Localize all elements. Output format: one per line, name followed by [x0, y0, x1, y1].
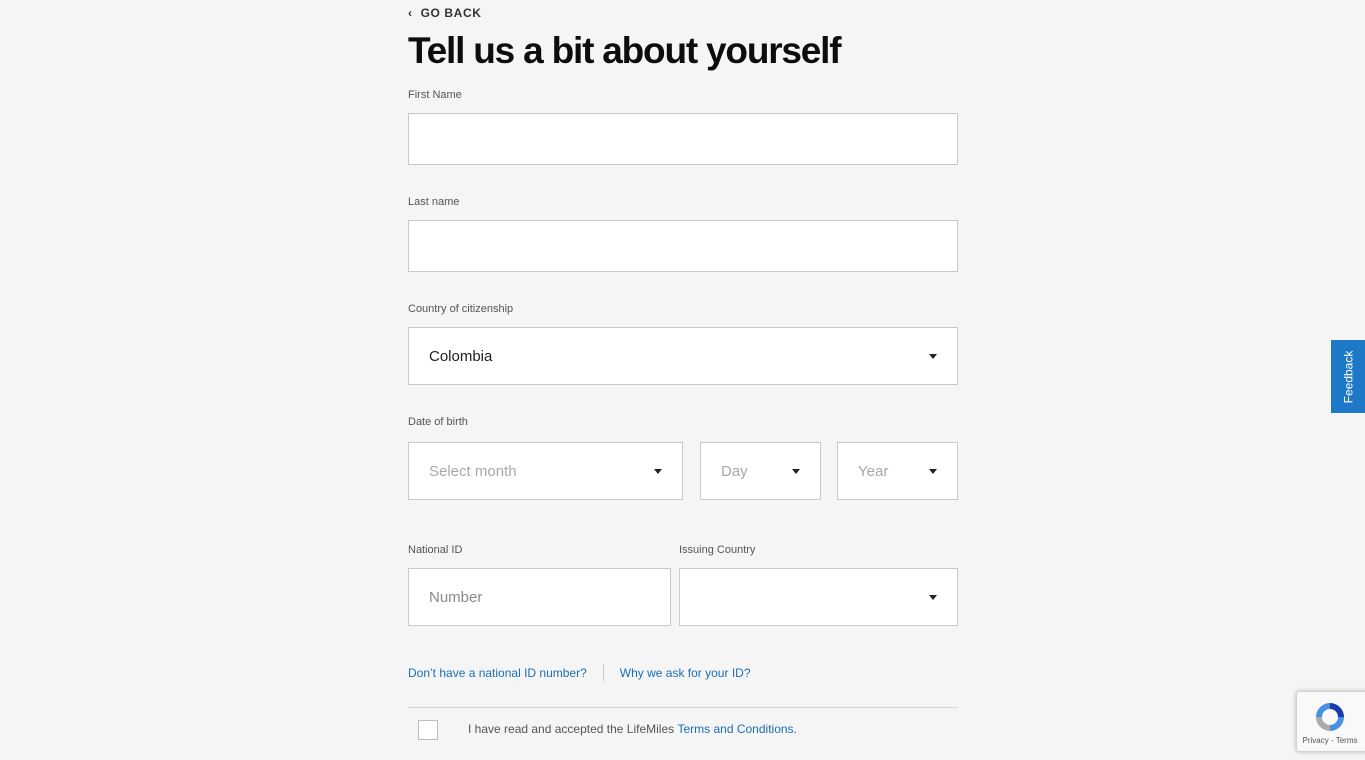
dob-year-select[interactable]: Year	[837, 442, 958, 500]
recaptcha-logo-icon	[1316, 703, 1344, 731]
why-id-link[interactable]: Why we ask for your ID?	[620, 666, 751, 680]
dob-day-select[interactable]: Day	[700, 442, 821, 500]
go-back-label: GO BACK	[420, 6, 482, 20]
national-id-label: National ID	[408, 544, 463, 556]
page-title: Tell us a bit about yourself	[408, 30, 842, 71]
terms-suffix: .	[793, 721, 797, 736]
dob-label: Date of birth	[408, 416, 468, 428]
recaptcha-links[interactable]: Privacy - Terms	[1303, 736, 1358, 745]
recaptcha-badge[interactable]: Privacy - Terms	[1296, 691, 1365, 752]
national-id-field-wrap	[408, 568, 671, 626]
go-back-link[interactable]: ‹ GO BACK	[408, 6, 481, 20]
first-name-input[interactable]	[409, 114, 957, 164]
chevron-left-icon: ‹	[408, 6, 413, 20]
issuing-country-select[interactable]	[679, 568, 958, 626]
terms-link[interactable]: Terms and Conditions	[677, 722, 793, 736]
terms-row: I have read and accepted the LifeMiles T…	[418, 717, 797, 740]
dob-month-select[interactable]: Select month	[408, 442, 683, 500]
first-name-label: First Name	[408, 89, 462, 101]
feedback-label: Feedback	[1341, 350, 1356, 403]
citizenship-label: Country of citizenship	[408, 303, 514, 315]
dob-year-placeholder: Year	[858, 462, 889, 480]
first-name-field-wrap	[408, 113, 958, 165]
caret-down-icon	[792, 468, 800, 474]
last-name-label: Last name	[408, 196, 460, 208]
national-id-input[interactable]	[409, 569, 670, 625]
caret-down-icon	[929, 468, 937, 474]
terms-text: I have read and accepted the LifeMiles	[468, 721, 675, 736]
dob-day-placeholder: Day	[721, 462, 748, 480]
citizenship-selected-value: Colombia	[429, 347, 493, 365]
caret-down-icon	[929, 353, 937, 359]
caret-down-icon	[929, 594, 937, 600]
link-separator	[602, 664, 604, 681]
id-help-links: Don’t have a national ID number? Why we …	[408, 664, 751, 681]
terms-checkbox[interactable]	[418, 720, 438, 740]
feedback-tab[interactable]: Feedback	[1331, 340, 1365, 413]
caret-down-icon	[654, 468, 662, 474]
dob-month-placeholder: Select month	[429, 462, 517, 480]
citizenship-select[interactable]: Colombia	[408, 327, 958, 385]
issuing-country-label: Issuing Country	[679, 544, 756, 556]
divider	[408, 707, 958, 708]
last-name-input[interactable]	[409, 221, 957, 271]
last-name-field-wrap	[408, 220, 958, 272]
no-national-id-link[interactable]: Don’t have a national ID number?	[408, 666, 587, 680]
